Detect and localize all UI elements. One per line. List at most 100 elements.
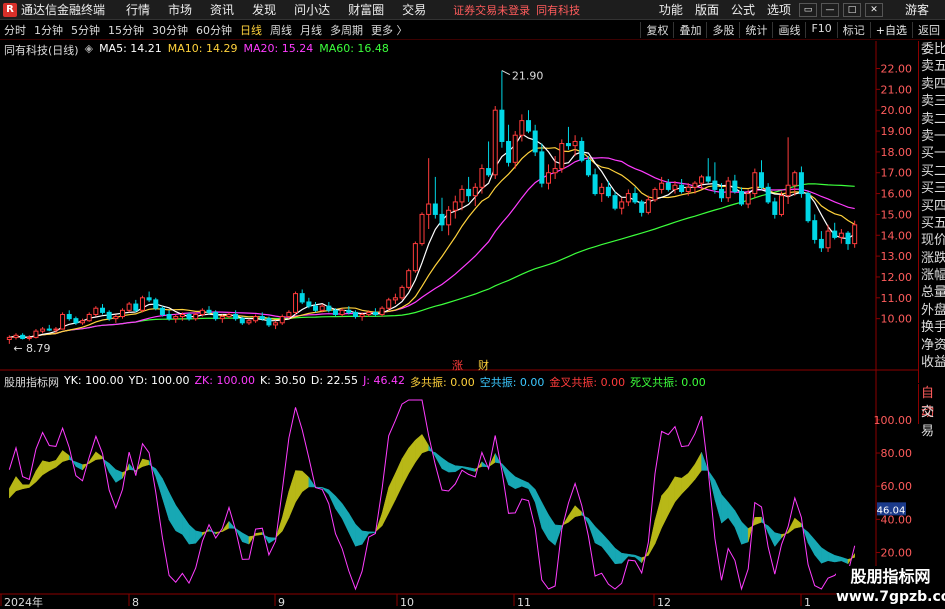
panel-sell1[interactable]: 卖一 bbox=[919, 128, 945, 145]
menu-banmian[interactable]: 版面 bbox=[689, 1, 725, 18]
panel-turnover[interactable]: 换手 bbox=[919, 319, 945, 336]
kd-band bbox=[827, 551, 835, 563]
period-1min[interactable]: 1分钟 bbox=[30, 22, 67, 38]
kd-band bbox=[388, 473, 396, 514]
candle bbox=[818, 231, 824, 252]
panel-sell2[interactable]: 卖二 bbox=[919, 111, 945, 128]
kd-band bbox=[381, 487, 389, 526]
maximize-icon[interactable]: □ bbox=[842, 2, 861, 17]
candle-body bbox=[805, 193, 811, 222]
panel-sell3[interactable]: 卖三 bbox=[919, 93, 945, 110]
period-multi[interactable]: 多周期 bbox=[326, 22, 367, 38]
menu-hangqing[interactable]: 行情 bbox=[117, 1, 159, 18]
kd-band bbox=[608, 539, 616, 565]
menu-gongshi[interactable]: 公式 bbox=[725, 1, 761, 18]
panel-weibi[interactable]: 委比 bbox=[919, 41, 945, 58]
menu-caifuquan[interactable]: 财富圈 bbox=[339, 1, 393, 18]
menu-wenxiaoda[interactable]: 问小达 bbox=[285, 1, 339, 18]
kd-band bbox=[421, 433, 429, 454]
candle bbox=[253, 314, 259, 323]
kd-band bbox=[468, 467, 476, 472]
candle-body bbox=[279, 316, 285, 324]
panel-outer[interactable]: 外盘 bbox=[919, 302, 945, 319]
candle-body bbox=[552, 168, 558, 174]
period-fenshi[interactable]: 分时 bbox=[0, 22, 30, 38]
tool-duogu[interactable]: 多股 bbox=[706, 22, 739, 38]
top-right-group: 功能 版面 公式 选项 ▭ — □ ✕ 游客 bbox=[653, 1, 945, 18]
candle-body bbox=[592, 174, 598, 195]
kd-band bbox=[62, 449, 70, 462]
panel-auto[interactable]: 自动 bbox=[919, 384, 945, 420]
restore-icon[interactable]: ▭ bbox=[798, 2, 817, 17]
tool-diejia[interactable]: 叠加 bbox=[673, 22, 706, 38]
panel-sell5[interactable]: 卖五 bbox=[919, 58, 945, 75]
date-label: 11 bbox=[517, 596, 531, 609]
candle-body bbox=[206, 309, 212, 313]
time-label: 14:56 bbox=[917, 438, 918, 452]
panel-earnings[interactable]: 收益 bbox=[919, 354, 945, 371]
close-icon[interactable]: ✕ bbox=[864, 2, 883, 17]
candle bbox=[625, 189, 631, 207]
candle-body bbox=[352, 311, 358, 318]
tool-fuquan[interactable]: 复权 bbox=[640, 22, 673, 38]
period-30min[interactable]: 30分钟 bbox=[148, 22, 192, 38]
period-5min[interactable]: 5分钟 bbox=[67, 22, 104, 38]
tool-f10[interactable]: F10 bbox=[805, 22, 836, 38]
kline-chart[interactable]: 10.00 11.00 12.00 13.00 14.00 15.00 16.00 17.00… bbox=[0, 40, 918, 609]
period-weekly[interactable]: 周线 bbox=[266, 22, 296, 38]
panel-buy5[interactable]: 买五 bbox=[919, 215, 945, 232]
panel-buy1[interactable]: 买一 bbox=[919, 145, 945, 162]
menu-jiaoyi[interactable]: 交易 bbox=[393, 1, 435, 18]
kd-band bbox=[528, 482, 536, 503]
indicator-header: 股朋指标网 YK: 100.00 YD: 100.00 ZK: 100.00 K… bbox=[4, 374, 706, 390]
panel-buy3[interactable]: 买三 bbox=[919, 180, 945, 197]
candle-body bbox=[406, 270, 412, 288]
ma5-label: MA5: 14.21 bbox=[99, 42, 162, 55]
candle-body bbox=[752, 172, 758, 195]
panel-buy2[interactable]: 买二 bbox=[919, 163, 945, 180]
menu-gongneng[interactable]: 功能 bbox=[653, 1, 689, 18]
menu-faxian[interactable]: 发现 bbox=[243, 1, 285, 18]
candle-body bbox=[253, 316, 259, 322]
panel-volume[interactable]: 总量 bbox=[919, 284, 945, 301]
period-60min[interactable]: 60分钟 bbox=[192, 22, 236, 38]
tool-back[interactable]: 返回 bbox=[912, 22, 945, 38]
candle-body bbox=[146, 297, 152, 301]
tool-biaoji[interactable]: 标记 bbox=[836, 22, 870, 38]
panel-change[interactable]: 涨跌 bbox=[919, 250, 945, 267]
time-label: 14:56 bbox=[917, 490, 918, 504]
menu-zixun[interactable]: 资讯 bbox=[201, 1, 243, 18]
period-more[interactable]: 更多 〉 bbox=[367, 22, 412, 38]
menu-xuanxiang[interactable]: 选项 bbox=[761, 1, 797, 18]
candle bbox=[838, 229, 844, 244]
period-15min[interactable]: 15分钟 bbox=[104, 22, 148, 38]
price-y-axis: 10.00 11.00 12.00 13.00 14.00 15.00 16.00 17.00… bbox=[876, 63, 912, 326]
candle-body bbox=[639, 201, 645, 213]
tool-add-watchlist[interactable]: +自选 bbox=[869, 22, 912, 38]
kd-band bbox=[408, 439, 416, 475]
candle-body bbox=[179, 313, 185, 318]
panel-sell4[interactable]: 卖四 bbox=[919, 76, 945, 93]
ma-settings-icon[interactable]: ◈ bbox=[85, 42, 93, 58]
candle bbox=[639, 199, 645, 217]
candle-body bbox=[426, 203, 432, 215]
panel-trade[interactable]: 交易 bbox=[919, 403, 945, 439]
tool-tongji[interactable]: 统计 bbox=[739, 22, 772, 38]
login-warning[interactable]: 证券交易未登录 bbox=[453, 2, 530, 18]
candle-body bbox=[832, 230, 838, 238]
guest-label[interactable]: 游客 bbox=[899, 1, 935, 18]
panel-netasset[interactable]: 净资 bbox=[919, 337, 945, 354]
period-monthly[interactable]: 月线 bbox=[296, 22, 326, 38]
candle bbox=[139, 295, 145, 313]
menu-shichang[interactable]: 市场 bbox=[159, 1, 201, 18]
panel-pct[interactable]: 涨幅 bbox=[919, 267, 945, 284]
tool-huaxian[interactable]: 画线 bbox=[772, 22, 805, 38]
panel-price[interactable]: 现价 bbox=[919, 232, 945, 249]
kd-band bbox=[767, 525, 776, 547]
candle bbox=[399, 285, 405, 300]
candle bbox=[66, 310, 72, 321]
panel-buy4[interactable]: 买四 bbox=[919, 198, 945, 215]
minimize-icon[interactable]: — bbox=[820, 2, 839, 17]
period-daily[interactable]: 日线 bbox=[236, 22, 266, 38]
ind-tick-label: 20.00 bbox=[881, 547, 913, 560]
